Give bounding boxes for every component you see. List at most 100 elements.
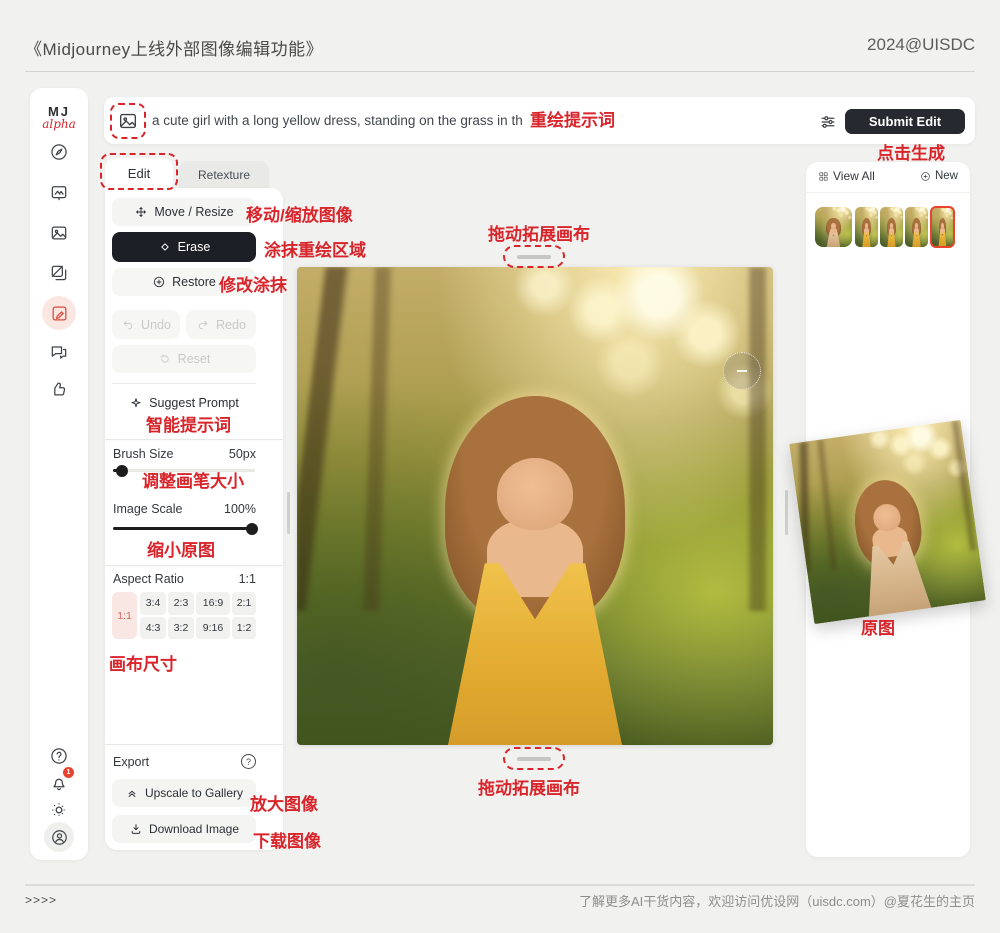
brush-size-slider-thumb[interactable] — [116, 465, 128, 477]
user-icon — [50, 828, 69, 847]
sidebar-item-gallery[interactable] — [30, 221, 88, 245]
annotation-move: 移动/缩放图像 — [246, 201, 353, 226]
credit-label: 2024@UISDC — [867, 35, 975, 55]
drag-handle-icon[interactable] — [517, 255, 551, 259]
aspect-option[interactable]: 2:3 — [168, 592, 194, 615]
aspect-option[interactable]: 9:16 — [196, 617, 230, 640]
image-scale-row: Image Scale 100% — [113, 502, 256, 516]
thumbnail-1[interactable] — [815, 207, 852, 247]
expand-canvas-handle-top[interactable] — [503, 245, 565, 268]
sidebar-item-theme[interactable] — [30, 798, 88, 822]
avatar — [44, 822, 74, 852]
move-resize-button[interactable]: Move / Resize — [112, 198, 256, 226]
section-divider — [105, 439, 283, 440]
panel-scrollbar[interactable] — [287, 492, 290, 534]
undo-button[interactable]: Undo — [112, 310, 180, 339]
aspect-ratio-label: Aspect Ratio — [113, 572, 184, 586]
sidebar-item-help[interactable] — [30, 744, 88, 768]
footer-arrows: >>>> — [25, 893, 57, 907]
circle-plus-icon — [920, 171, 931, 182]
reset-icon — [158, 352, 172, 366]
erase-button[interactable]: Erase — [112, 232, 256, 262]
aspect-option[interactable]: 3:4 — [140, 592, 166, 615]
sidebar-item-edit-active[interactable] — [42, 296, 76, 330]
view-all-button[interactable]: View All — [818, 169, 875, 183]
footer-credit: 了解更多AI干货内容，欢迎访问优设网（uisdc.com）@夏花生的主页 — [579, 891, 975, 910]
brush-size-label: Brush Size — [113, 447, 173, 461]
reset-button[interactable]: Reset — [112, 345, 256, 373]
annotation-original: 原图 — [861, 614, 895, 639]
thumbnail-3[interactable] — [880, 207, 903, 247]
page-title: 《Midjourney上线外部图像编辑功能》 — [25, 35, 323, 60]
thumbnail-4[interactable] — [905, 207, 928, 247]
aspect-option-1-1-selected[interactable]: 1:1 — [112, 592, 137, 639]
thumbnail-5-selected[interactable] — [930, 206, 955, 248]
image-scale-slider[interactable] — [113, 527, 255, 530]
image-scale-label: Image Scale — [113, 502, 182, 516]
redo-icon — [196, 318, 210, 332]
canvas-scrollbar[interactable] — [785, 490, 788, 535]
annotation-download: 下载图像 — [253, 827, 321, 852]
prompt-settings-button[interactable] — [818, 112, 838, 132]
image-scale-slider-thumb[interactable] — [246, 523, 258, 535]
annotation-erase: 涂抹重绘区域 — [264, 236, 366, 261]
image-icon — [49, 223, 69, 243]
export-help-icon[interactable]: ? — [241, 754, 256, 769]
download-icon — [129, 822, 143, 836]
canvas-icon — [49, 183, 69, 203]
notification-badge: 1 — [63, 767, 74, 778]
aspect-ratio-value: 1:1 — [239, 572, 256, 586]
sparkle-icon — [129, 396, 143, 410]
page: 《Midjourney上线外部图像编辑功能》 2024@UISDC MJ alp… — [0, 0, 1000, 933]
chat-icon — [49, 342, 69, 362]
circle-plus-icon — [152, 275, 166, 289]
redo-button[interactable]: Redo — [186, 310, 256, 339]
image-scale-value: 100% — [224, 502, 256, 516]
prompt-image-button[interactable] — [117, 110, 139, 132]
tab-retexture[interactable]: Retexture — [179, 161, 269, 189]
sidebar-item-chat[interactable] — [30, 340, 88, 364]
mj-logo-alpha: alpha — [30, 117, 88, 131]
help-icon — [49, 746, 69, 766]
expand-canvas-handle-bottom[interactable] — [503, 747, 565, 770]
sidebar-item-explore[interactable] — [30, 140, 88, 164]
compass-icon — [49, 142, 69, 162]
sidebar-item-organize[interactable] — [30, 261, 88, 285]
annotation-expand-top: 拖动拓展画布 — [488, 220, 590, 245]
original-image — [789, 420, 986, 624]
annotation-scale: 缩小原图 — [147, 536, 215, 561]
girl-face — [497, 458, 573, 530]
tab-edit[interactable]: Edit — [105, 158, 173, 189]
aspect-option[interactable]: 3:2 — [168, 617, 194, 640]
sidebar-item-notifications[interactable]: 1 — [30, 771, 88, 795]
new-button[interactable]: New — [920, 170, 958, 182]
download-image-button[interactable]: Download Image — [112, 815, 256, 843]
aspect-option[interactable]: 2:1 — [232, 592, 256, 615]
brush-cursor — [723, 352, 761, 390]
aspect-ratio-row: Aspect Ratio 1:1 — [113, 572, 256, 586]
thumbnail-2[interactable] — [855, 207, 878, 247]
panel-divider — [112, 383, 256, 384]
edit-pencil-icon — [50, 304, 69, 323]
aspect-option[interactable]: 4:3 — [140, 617, 166, 640]
annotation-prompt: 重绘提示词 — [530, 106, 615, 131]
prompt-input[interactable] — [152, 106, 522, 134]
footer-divider — [25, 884, 975, 886]
sidebar-item-create[interactable] — [30, 181, 88, 205]
brush-size-value: 50px — [229, 447, 256, 461]
aspect-ratio-grid: 3:4 2:3 16:9 2:1 4:3 3:2 9:16 1:2 — [140, 592, 256, 639]
sidebar-item-account[interactable] — [30, 825, 88, 849]
annotation-expand-bottom: 拖动拓展画布 — [478, 774, 580, 799]
annotation-brush: 调整画笔大小 — [142, 467, 244, 492]
image-icon — [117, 110, 139, 132]
upscale-to-gallery-button[interactable]: Upscale to Gallery — [112, 779, 256, 807]
grid-icon — [818, 171, 829, 182]
canvas-image[interactable] — [297, 267, 773, 745]
submit-edit-button[interactable]: Submit Edit — [845, 109, 965, 134]
aspect-option[interactable]: 16:9 — [196, 592, 230, 615]
sun-icon — [49, 800, 69, 820]
aspect-option[interactable]: 1:2 — [232, 617, 256, 640]
export-label: Export — [113, 755, 149, 769]
drag-handle-icon[interactable] — [517, 757, 551, 761]
sidebar-item-like[interactable] — [30, 377, 88, 401]
